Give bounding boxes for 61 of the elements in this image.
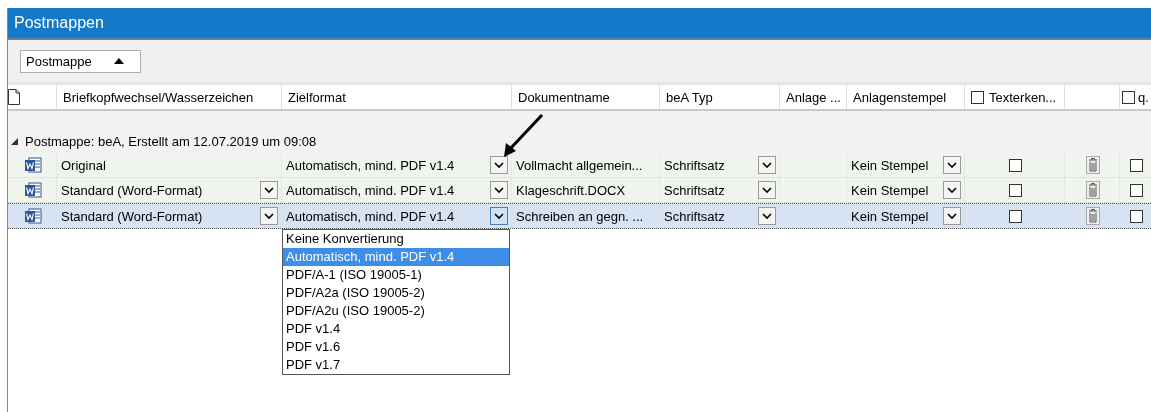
dropdown-button[interactable] [490,181,508,199]
word-document-icon [23,207,42,225]
checkbox[interactable] [1129,158,1143,172]
sort-button[interactable]: Postmappe [20,49,141,73]
column-header[interactable]: beA Typ [659,85,779,109]
expand-triangle-icon[interactable] [11,137,18,145]
table-cell: Schriftsatz [664,157,725,173]
dropdown-button[interactable] [490,156,508,174]
table-cell: Automatisch, mind. PDF v1.4 [286,157,455,173]
table-cell: Schriftsatz [664,182,725,198]
column-header[interactable]: q. [1138,89,1149,105]
dropdown-button[interactable] [758,181,776,199]
word-document-icon [23,156,42,174]
dropdown-button[interactable] [758,156,776,174]
column-header[interactable]: Anlagenstempel [846,85,964,109]
table-cell: Standard (Word-Format) [61,182,203,198]
dropdown-option[interactable]: PDF v1.4 [283,320,509,338]
word-document-icon [23,181,42,199]
checkbox[interactable] [1008,183,1022,197]
table-row[interactable]: Standard (Word-Format) Automatisch, mind. PDF v1.4 Klageschrift.DOCX Schriftsatz Kein Stempel [8,178,1151,203]
table-cell: Kein Stempel [851,157,929,173]
header-checkbox[interactable] [971,90,984,104]
trash-icon[interactable] [1085,207,1100,225]
table-row[interactable]: Original Automatisch, mind. PDF v1.4 Vollmacht allgemein... Schriftsatz Kein Stempel [8,153,1151,178]
window-title: Postmappen [8,8,1151,38]
checkbox[interactable] [1129,183,1143,197]
column-header[interactable]: Zielformat [281,85,511,109]
dropdown-button[interactable] [260,207,278,225]
checkbox[interactable] [1008,209,1022,223]
dropdown-option[interactable]: PDF/A2u (ISO 19005-2) [283,302,509,320]
checkbox[interactable] [1008,158,1022,172]
table-cell: Schreiben an gegn. ... [516,208,644,224]
table-cell: Kein Stempel [851,182,929,198]
table-cell: Kein Stempel [851,208,929,224]
dropdown-button[interactable] [943,207,961,225]
dropdown-button[interactable] [490,207,508,225]
column-header[interactable]: Texterken... [989,89,1057,105]
dropdown-option[interactable]: PDF/A-1 (ISO 19005-1) [283,266,509,284]
table-cell: Klageschrift.DOCX [516,182,626,198]
table-cell: Automatisch, mind. PDF v1.4 [286,208,455,224]
dropdown-option[interactable]: Keine Konvertierung [283,230,509,248]
dropdown-option[interactable]: PDF/A2a (ISO 19005-2) [283,284,509,302]
dropdown-option[interactable]: PDF v1.7 [283,356,509,374]
checkbox[interactable] [1129,209,1143,223]
dropdown-option[interactable]: PDF v1.6 [283,338,509,356]
table-cell: Schriftsatz [664,208,725,224]
column-header[interactable]: Anlage ... [779,85,846,109]
header-checkbox[interactable] [1122,90,1135,104]
dropdown-button[interactable] [260,181,278,199]
dropdown-button[interactable] [943,156,961,174]
table-cell: Vollmacht allgemein... [516,157,643,173]
table-cell: Standard (Word-Format) [61,208,203,224]
dropdown-button[interactable] [758,207,776,225]
group-header: Postmappe: beA, Erstellt am 12.07.2019 um 09:08 [25,133,317,149]
table-cell: Original [61,157,106,173]
dropdown-button[interactable] [943,181,961,199]
column-header[interactable]: Briefkopfwechsel/Wasserzeichen [56,85,281,109]
column-header[interactable]: Dokumentname [511,85,659,109]
table-cell: Automatisch, mind. PDF v1.4 [286,182,455,198]
trash-icon[interactable] [1085,181,1100,199]
trash-icon[interactable] [1085,156,1100,174]
